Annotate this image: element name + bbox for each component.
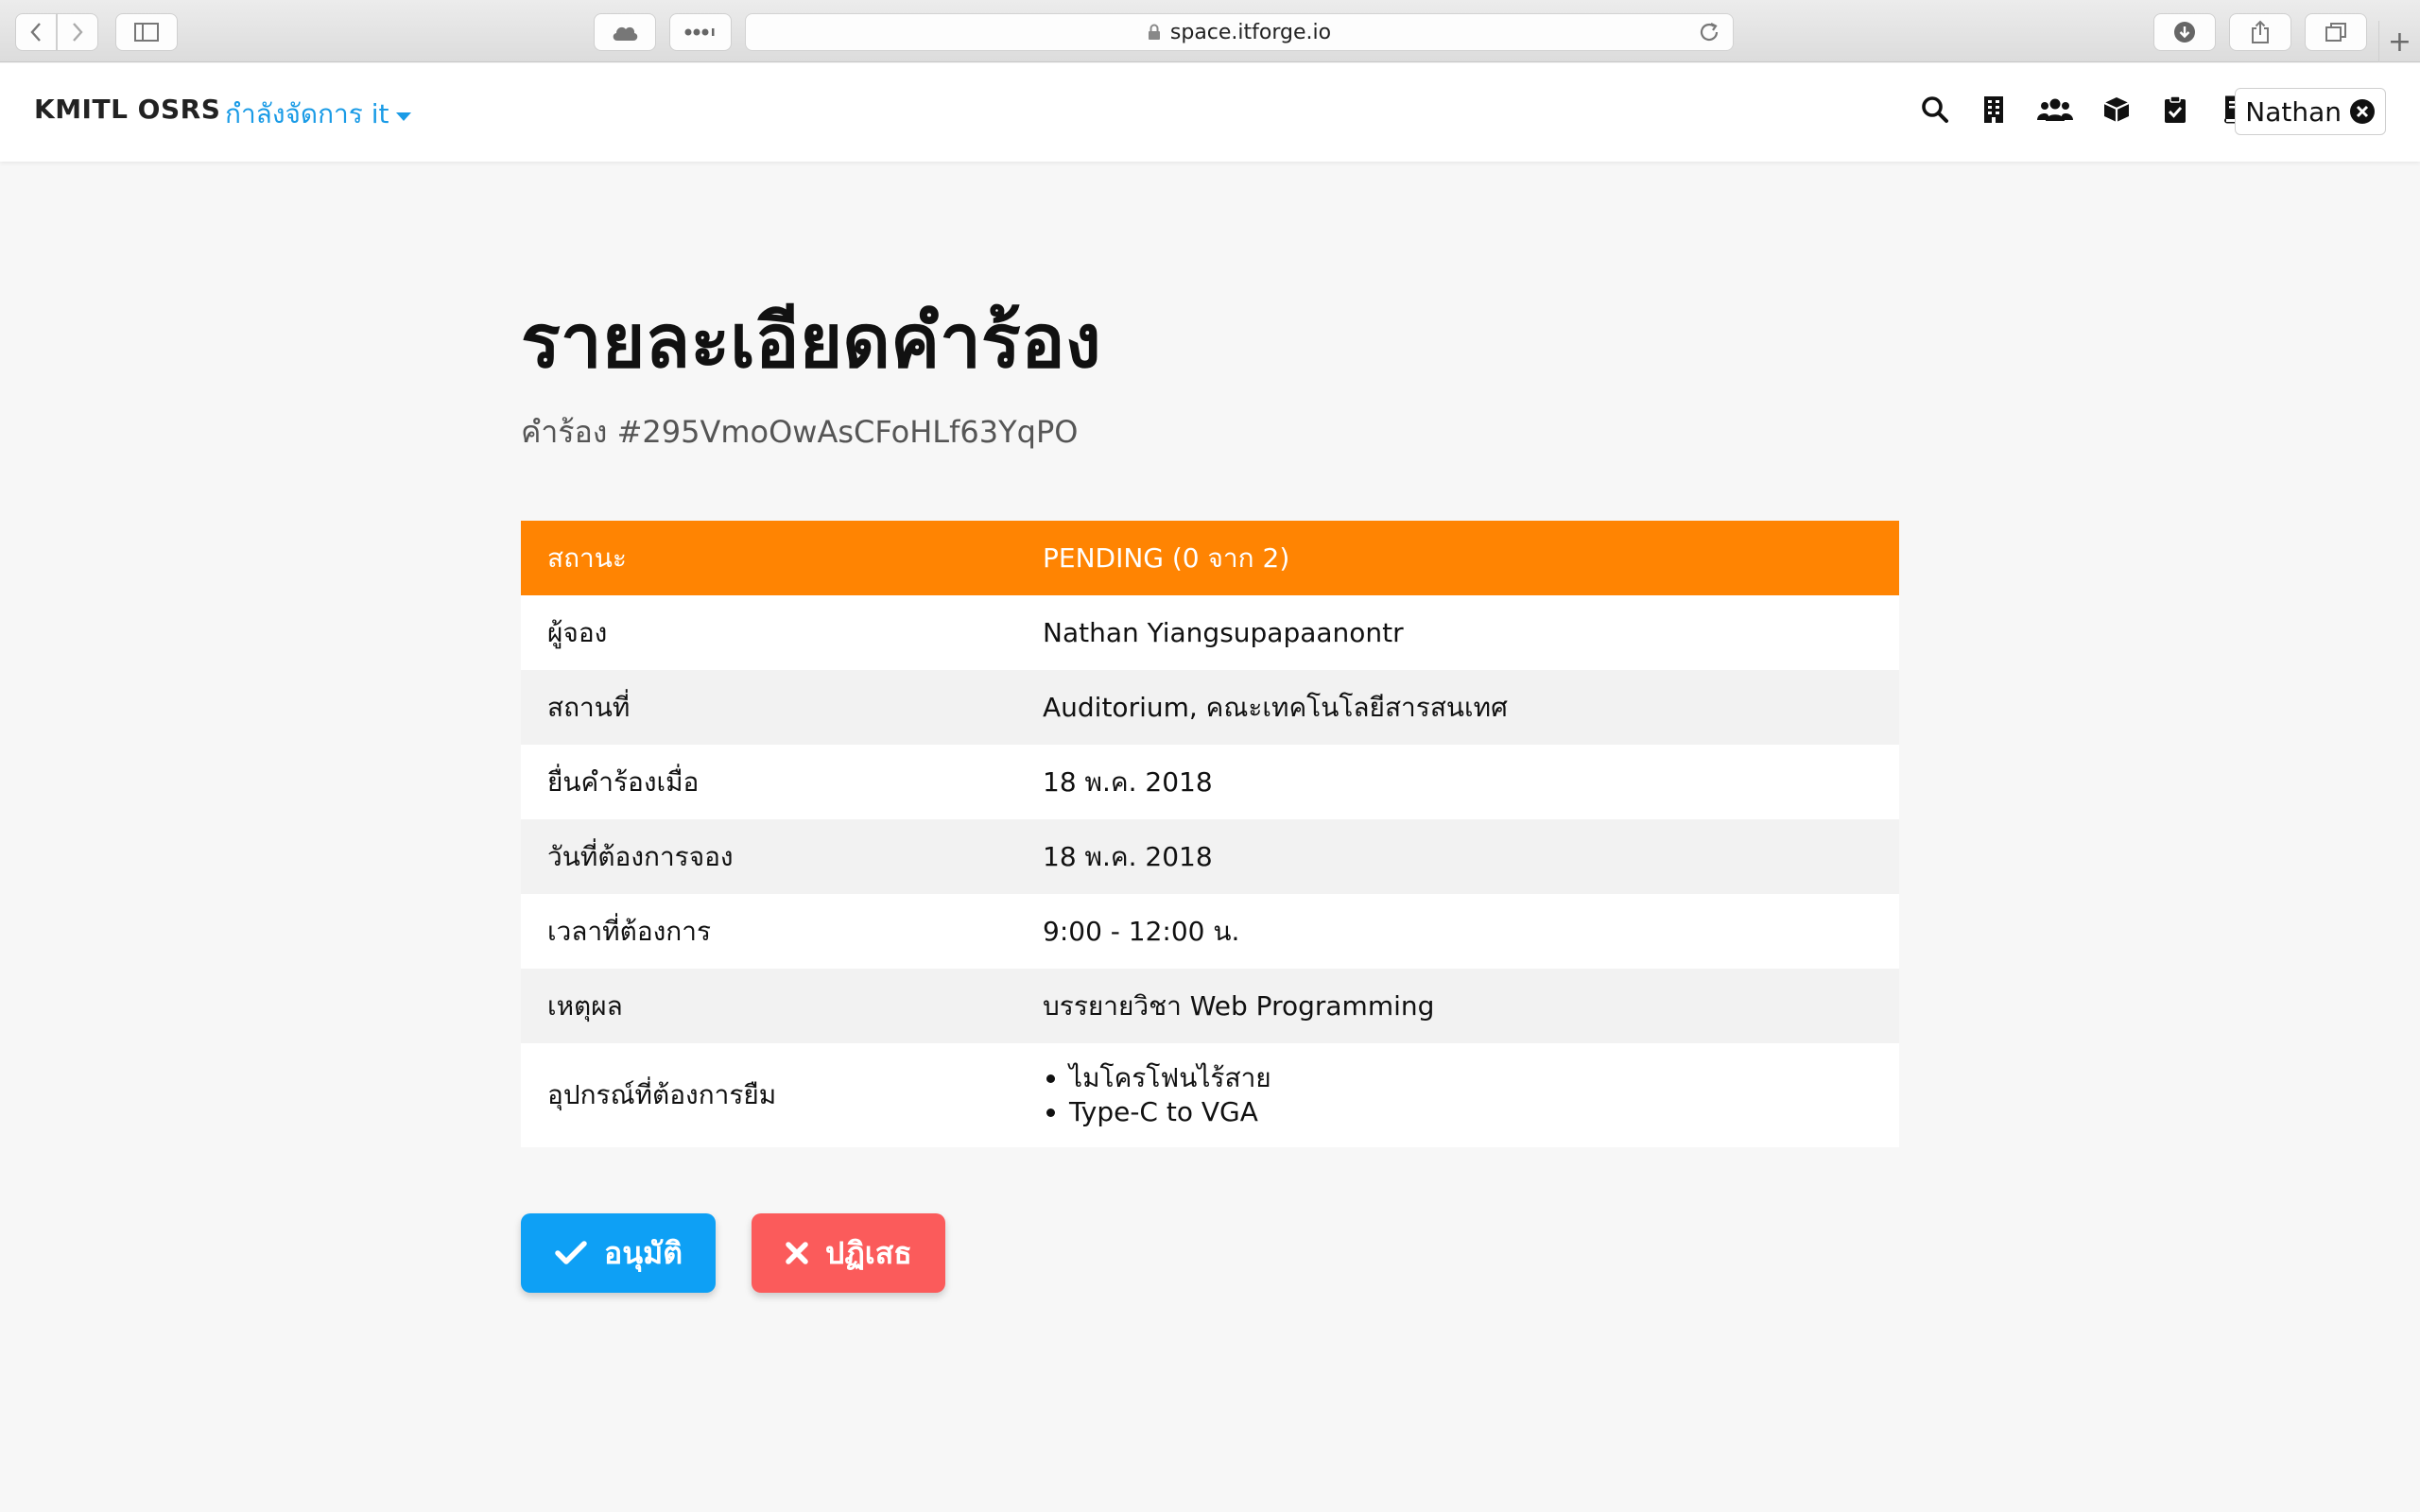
date-label: วันที่ต้องการจอง bbox=[521, 819, 1016, 894]
chevron-right-icon bbox=[73, 23, 83, 42]
share-icon bbox=[2252, 20, 2269, 43]
table-row-equipment: อุปกรณ์ที่ต้องการยืม ไมโครโฟนไร้สาย Type… bbox=[521, 1043, 1899, 1147]
list-item: Type-C to VGA bbox=[1069, 1095, 1873, 1129]
submitted-value: 18 พ.ค. 2018 bbox=[1016, 745, 1899, 819]
time-value: 9:00 - 12:00 น. bbox=[1016, 894, 1899, 969]
status-label: สถานะ bbox=[521, 521, 1016, 595]
table-row-place: สถานที่ Auditorium, คณะเทคโนโลยีสารสนเทศ bbox=[521, 670, 1899, 745]
new-tab-button[interactable]: + bbox=[2378, 21, 2420, 62]
box-icon[interactable] bbox=[2100, 94, 2133, 126]
request-detail-table: สถานะ PENDING (0 จาก 2) ผู้จอง Nathan Yi… bbox=[521, 521, 1899, 1147]
tabs-icon bbox=[2325, 23, 2346, 42]
approve-button[interactable]: อนุมัติ bbox=[521, 1213, 716, 1293]
submitted-label: ยื่นคำร้องเมื่อ bbox=[521, 745, 1016, 819]
download-icon bbox=[2174, 22, 2195, 43]
reason-label: เหตุผล bbox=[521, 969, 1016, 1043]
forward-button[interactable] bbox=[57, 13, 98, 51]
cloud-icon bbox=[613, 26, 638, 41]
url-text: space.itforge.io bbox=[1169, 20, 1332, 44]
chevron-left-icon bbox=[30, 23, 41, 42]
reject-button[interactable]: ปฏิเสธ bbox=[752, 1213, 945, 1293]
request-id: คำร้อง #295VmoOwAsCFoHLf63YqPO bbox=[521, 414, 1079, 450]
table-row-submitted: ยื่นคำร้องเมื่อ 18 พ.ค. 2018 bbox=[521, 745, 1899, 819]
time-label: เวลาที่ต้องการ bbox=[521, 894, 1016, 969]
app-navbar: KMITL OSRS กำลังจัดการ it Nathan bbox=[0, 63, 2420, 162]
table-row-booker: ผู้จอง Nathan Yiangsupapaanontr bbox=[521, 595, 1899, 670]
lock-icon bbox=[1148, 24, 1160, 40]
equipment-list: ไมโครโฟนไร้สาย Type-C to VGA bbox=[1043, 1061, 1873, 1129]
booker-label: ผู้จอง bbox=[521, 595, 1016, 670]
more-dots-icon bbox=[684, 28, 715, 36]
table-row-reason: เหตุผล บรรยายวิชา Web Programming bbox=[521, 969, 1899, 1043]
check-icon bbox=[555, 1241, 587, 1265]
action-buttons: อนุมัติ ปฏิเสธ bbox=[521, 1213, 945, 1293]
table-row-date: วันที่ต้องการจอง 18 พ.ค. 2018 bbox=[521, 819, 1899, 894]
status-value: PENDING (0 จาก 2) bbox=[1016, 521, 1899, 595]
date-value: 18 พ.ค. 2018 bbox=[1016, 819, 1899, 894]
nav-icon-group bbox=[1919, 94, 2250, 126]
caret-down-icon bbox=[396, 112, 412, 121]
icloud-tabs-button[interactable] bbox=[594, 13, 656, 51]
booker-value: Nathan Yiangsupapaanontr bbox=[1016, 595, 1899, 670]
reload-icon[interactable] bbox=[1697, 20, 1721, 44]
reject-label: ปฏิเสธ bbox=[825, 1234, 912, 1271]
more-button[interactable] bbox=[669, 13, 732, 51]
browser-toolbar: space.itforge.io + bbox=[0, 0, 2420, 62]
place-label: สถานที่ bbox=[521, 670, 1016, 745]
user-name: Nathan bbox=[2245, 95, 2342, 128]
user-logout-button[interactable]: Nathan bbox=[2235, 88, 2386, 135]
equipment-value: ไมโครโฟนไร้สาย Type-C to VGA bbox=[1016, 1043, 1899, 1147]
back-button[interactable] bbox=[15, 13, 57, 51]
downloads-button[interactable] bbox=[2153, 13, 2216, 51]
sidebar-icon bbox=[134, 23, 159, 42]
table-row-status: สถานะ PENDING (0 จาก 2) bbox=[521, 521, 1899, 595]
times-icon bbox=[786, 1242, 808, 1264]
users-icon[interactable] bbox=[2036, 94, 2074, 126]
plus-icon: + bbox=[2387, 25, 2412, 59]
manage-dropdown[interactable]: กำลังจัดการ it bbox=[225, 94, 412, 135]
manage-label: กำลังจัดการ it bbox=[225, 98, 389, 129]
equipment-label: อุปกรณ์ที่ต้องการยืม bbox=[521, 1043, 1016, 1147]
clipboard-check-icon[interactable] bbox=[2159, 94, 2191, 126]
main-content: รายละเอียดคำร้อง คำร้อง #295VmoOwAsCFoHL… bbox=[521, 161, 1899, 1293]
place-value: Auditorium, คณะเทคโนโลยีสารสนเทศ bbox=[1016, 670, 1899, 745]
address-bar[interactable]: space.itforge.io bbox=[745, 13, 1734, 51]
table-row-time: เวลาที่ต้องการ 9:00 - 12:00 น. bbox=[521, 894, 1899, 969]
close-circle-icon bbox=[2350, 99, 2375, 124]
sidebar-toggle-button[interactable] bbox=[115, 13, 178, 51]
list-item: ไมโครโฟนไร้สาย bbox=[1069, 1061, 1873, 1095]
tabs-overview-button[interactable] bbox=[2305, 13, 2367, 51]
page-title: รายละเอียดคำร้อง bbox=[521, 300, 1101, 385]
search-icon[interactable] bbox=[1919, 94, 1951, 126]
approve-label: อนุมัติ bbox=[604, 1234, 683, 1271]
reason-value: บรรยายวิชา Web Programming bbox=[1016, 969, 1899, 1043]
building-icon[interactable] bbox=[1978, 94, 2010, 126]
brand-logo[interactable]: KMITL OSRS bbox=[34, 94, 220, 125]
share-button[interactable] bbox=[2229, 13, 2291, 51]
